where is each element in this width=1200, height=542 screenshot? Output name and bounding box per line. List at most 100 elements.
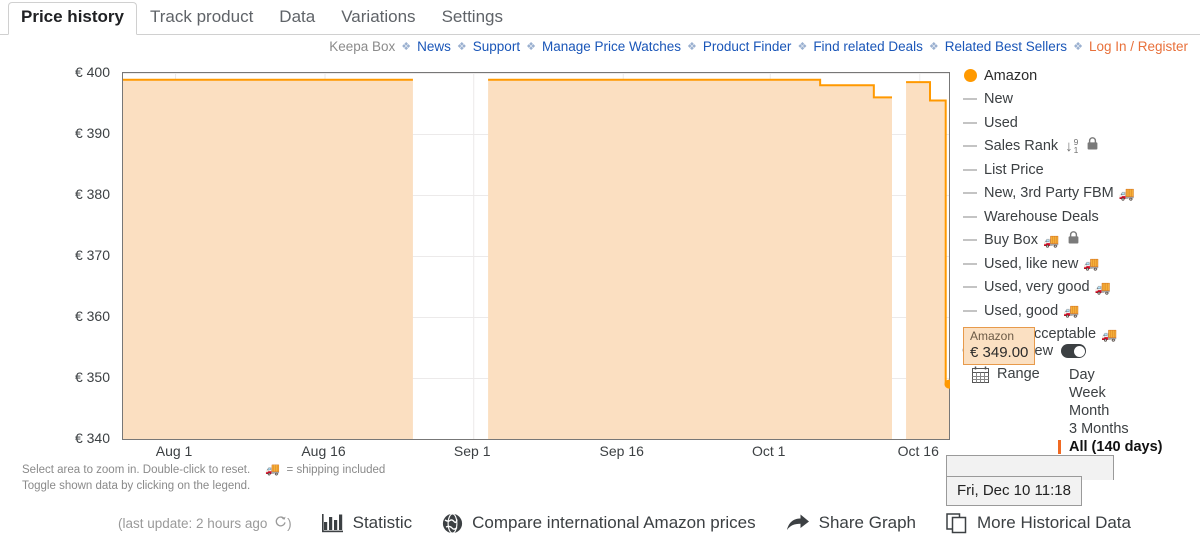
keepa-price-history-page: Price history Track product Data Variations… xyxy=(0,0,1200,542)
nav-link-log-in-register[interactable]: Log In / Register xyxy=(1089,39,1188,54)
legend-item-label: Used, like new xyxy=(984,255,1079,272)
range-selector: Range xyxy=(972,366,1040,388)
y-axis-tick-label: € 380 xyxy=(74,186,110,202)
top-nav-links: Keepa Box ❖ News ❖ Support ❖ Manage Price Watc… xyxy=(0,36,1200,56)
globe-icon xyxy=(442,512,463,534)
nav-separator: ❖ xyxy=(1073,40,1083,53)
last-update-close: ) xyxy=(287,516,292,531)
chart-plot-area[interactable] xyxy=(123,73,949,439)
legend-item-used-good[interactable]: Used, good 🚚 xyxy=(962,301,1200,320)
range-option-3-months[interactable]: 3 Months xyxy=(1060,420,1163,438)
nav-link-find-related-deals[interactable]: Find related Deals xyxy=(813,39,923,54)
legend-item-label: Used, very good xyxy=(984,279,1090,295)
legend-item-new[interactable]: New xyxy=(962,90,1200,109)
nav-separator: ❖ xyxy=(687,40,697,53)
legend-item-amazon[interactable]: Amazon xyxy=(962,66,1200,85)
series-color-dash xyxy=(963,309,977,312)
range-label: Range xyxy=(997,366,1040,382)
tab-variations[interactable]: Variations xyxy=(328,3,428,34)
x-axis-tick-label: Sep 16 xyxy=(599,443,644,459)
series-color-dash xyxy=(963,168,977,171)
nav-separator: ❖ xyxy=(401,40,412,53)
range-options[interactable]: Day Week Month 3 Months All (140 days) xyxy=(1058,366,1163,456)
nav-separator: ❖ xyxy=(456,40,467,53)
x-axis-tick-label: Aug 16 xyxy=(301,443,346,459)
legend-item-buy-box[interactable]: Buy Box 🚚 xyxy=(962,231,1200,250)
hint-zoom-text: Select area to zoom in. Double-click to … xyxy=(22,464,251,476)
tab-bar: Price history Track product Data Variations… xyxy=(0,0,1200,35)
statistic-button[interactable]: Statistic xyxy=(321,513,413,533)
legend-dash-marker xyxy=(962,98,978,100)
series-color-dot xyxy=(963,69,977,82)
legend-item-label: List Price xyxy=(984,161,1044,178)
price-tooltip-value: € 349.00 xyxy=(970,343,1029,361)
nav-link-support[interactable]: Support xyxy=(473,39,520,54)
hint-line-1: Select area to zoom in. Double-click to … xyxy=(22,462,385,479)
lock-icon[interactable] xyxy=(1087,137,1098,155)
price-series-svg xyxy=(123,73,949,439)
legend-item-label: Warehouse Deals xyxy=(984,208,1099,225)
legend-item-new-3rd-party-fbm[interactable]: New, 3rd Party FBM 🚚 xyxy=(962,184,1200,203)
series-color-dash xyxy=(963,262,977,265)
share-arrow-icon xyxy=(786,513,810,533)
price-tooltip-series: Amazon xyxy=(970,329,1015,343)
legend-dash-marker xyxy=(962,168,978,171)
refresh-icon[interactable] xyxy=(274,515,287,531)
nav-link-product-finder[interactable]: Product Finder xyxy=(703,39,792,54)
tab-data[interactable]: Data xyxy=(266,3,328,34)
legend-item-used-very-good[interactable]: Used, very good 🚚 xyxy=(962,278,1200,297)
legend-item-label: New, 3rd Party FBM xyxy=(984,185,1114,201)
y-axis-tick-label: € 370 xyxy=(74,247,110,263)
x-axis-tick-label: Aug 1 xyxy=(155,443,193,459)
tab-settings[interactable]: Settings xyxy=(429,3,516,34)
series-color-dash xyxy=(963,192,977,194)
copy-pages-icon xyxy=(946,512,968,534)
shipping-truck-icon: 🚚 xyxy=(1063,303,1080,318)
tab-price-history[interactable]: Price history xyxy=(8,2,137,35)
legend-dash-marker xyxy=(962,192,978,194)
more-historical-data-label: More Historical Data xyxy=(976,513,1131,532)
sort-descending-icon[interactable]: ↓ 9 1 xyxy=(1065,137,1079,155)
price-tooltip: Amazon € 349.00 xyxy=(963,327,1036,366)
range-option-day[interactable]: Day xyxy=(1060,366,1163,384)
x-axis-tick-label: Oct 16 xyxy=(897,443,939,459)
legend-item-label: Used xyxy=(984,114,1018,131)
closeup-view-toggle[interactable] xyxy=(1061,344,1087,358)
truck-icon: 🚚 xyxy=(265,462,281,476)
more-historical-data-button[interactable]: More Historical Data xyxy=(946,512,1131,534)
nav-separator: ❖ xyxy=(928,40,939,53)
chart-legend[interactable]: Amazon New Used Sales Rank ↓ 9 1 List Price New,… xyxy=(962,66,1200,348)
lock-icon[interactable] xyxy=(1068,231,1079,249)
calendar-icon xyxy=(972,366,989,388)
range-option-all-140-days[interactable]: All (140 days) xyxy=(1058,438,1163,456)
shipping-truck-icon: 🚚 xyxy=(1094,279,1111,295)
legend-item-used-like-new[interactable]: Used, like new 🚚 xyxy=(962,254,1200,273)
x-axis-tick-label: Oct 1 xyxy=(752,443,786,459)
nav-separator: ❖ xyxy=(797,40,808,53)
range-option-week[interactable]: Week xyxy=(1060,384,1163,402)
legend-item-sales-rank[interactable]: Sales Rank ↓ 9 1 xyxy=(962,137,1200,156)
series-color-dash xyxy=(963,145,977,147)
shipping-truck-icon: 🚚 xyxy=(1118,185,1135,201)
legend-dash-marker xyxy=(962,215,978,218)
legend-item-list-price[interactable]: List Price xyxy=(962,160,1200,179)
legend-item-warehouse-deals[interactable]: Warehouse Deals xyxy=(962,207,1200,226)
nav-link-manage-price-watches[interactable]: Manage Price Watches xyxy=(542,39,681,54)
shipping-truck-icon: 🚚 xyxy=(1043,232,1060,248)
nav-link-news[interactable]: News xyxy=(417,39,451,54)
share-graph-button[interactable]: Share Graph xyxy=(786,513,916,533)
tab-track-product[interactable]: Track product xyxy=(137,3,266,34)
legend-item-label: Buy Box xyxy=(984,232,1038,248)
statistic-label: Statistic xyxy=(352,513,413,532)
nav-link-related-best-sellers[interactable]: Related Best Sellers xyxy=(945,39,1067,54)
compare-prices-label: Compare international Amazon prices xyxy=(472,513,756,532)
last-update-text: (last update: 2 hours ago ) xyxy=(118,515,292,531)
bottom-toolbar: (last update: 2 hours ago ) Statistic Co… xyxy=(0,505,1200,541)
sort-icon-numbers: 91 xyxy=(1074,137,1079,155)
nav-separator: ❖ xyxy=(526,40,536,53)
legend-item-used[interactable]: Used xyxy=(962,113,1200,132)
compare-prices-button[interactable]: Compare international Amazon prices xyxy=(442,512,756,534)
price-history-chart[interactable] xyxy=(122,72,950,440)
legend-dash-marker xyxy=(962,121,978,124)
range-option-month[interactable]: Month xyxy=(1060,402,1163,420)
